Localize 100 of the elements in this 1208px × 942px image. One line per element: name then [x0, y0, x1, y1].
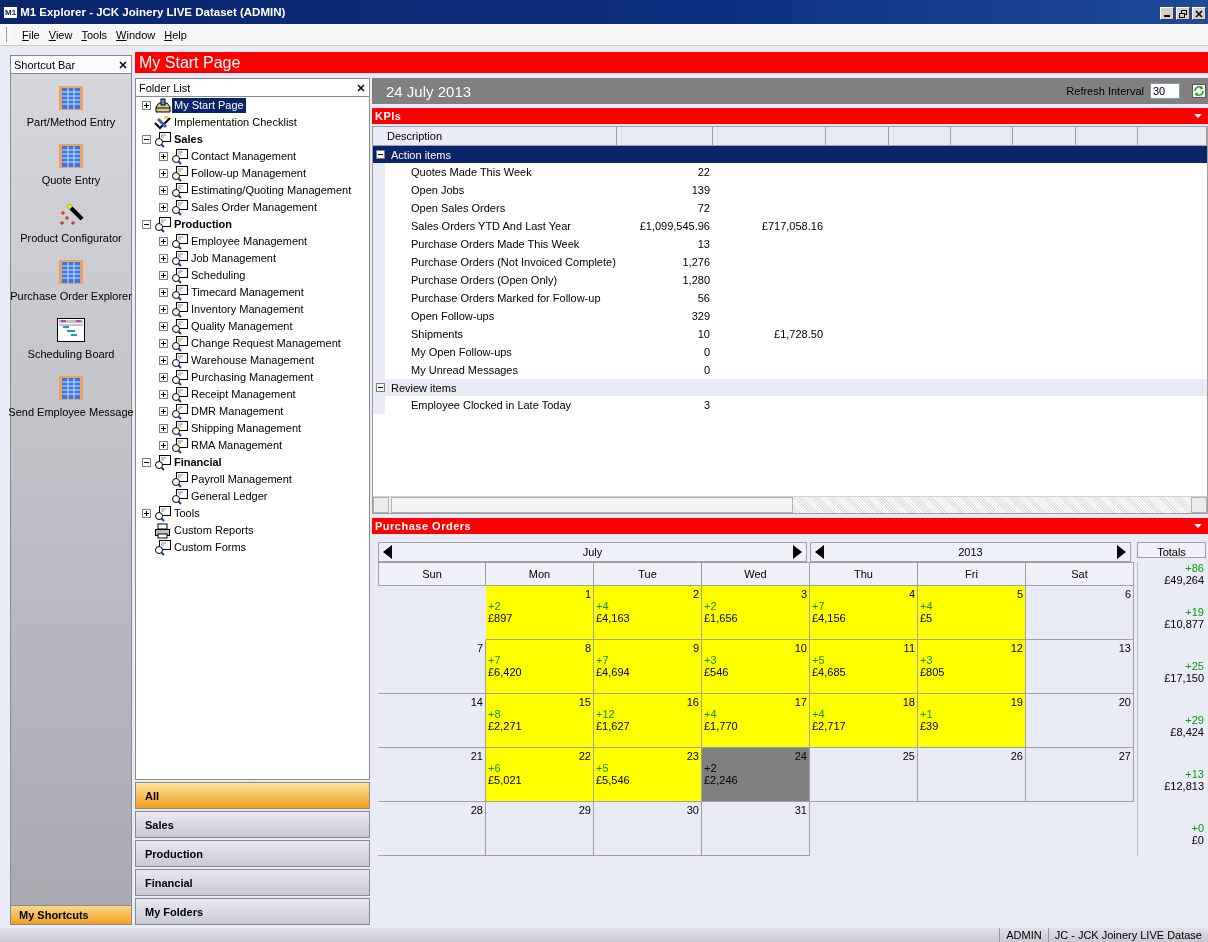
calendar-day[interactable]: 6 [1026, 586, 1134, 640]
tree-item[interactable]: Sales [172, 132, 205, 147]
nav-button[interactable]: My Folders [135, 898, 370, 925]
tree-item[interactable]: Payroll Management [189, 472, 294, 487]
tree-item[interactable]: Implementation Checklist [172, 115, 299, 130]
minimize-button[interactable] [1160, 7, 1174, 20]
calendar-day[interactable]: 11 +5 £4,685 [810, 640, 918, 694]
nav-button[interactable]: Sales [135, 811, 370, 838]
calendar-day[interactable]: 12 +3 £805 [918, 640, 1026, 694]
plus-box-icon[interactable] [159, 441, 168, 450]
menu-item[interactable]: View [44, 28, 77, 41]
plus-box-icon[interactable] [159, 203, 168, 212]
tree-item[interactable]: My Start Page [172, 98, 246, 113]
tree-item[interactable]: Follow-up Management [189, 166, 308, 181]
calendar-day[interactable]: 18 +4 £2,717 [810, 694, 918, 748]
calendar-day[interactable]: 24 +2 £2,246 [702, 748, 810, 802]
minus-box-icon[interactable] [376, 150, 385, 159]
tree-item[interactable]: Contact Management [189, 149, 299, 164]
calendar-day[interactable]: 9 +7 £4,694 [594, 640, 702, 694]
refresh-interval-field[interactable]: 30 [1150, 83, 1180, 99]
restore-button[interactable] [1176, 7, 1190, 20]
calendar-day[interactable]: 3 +2 £1,656 [702, 586, 810, 640]
calendar-day[interactable]: 22 +6 £5,021 [486, 748, 594, 802]
plus-box-icon[interactable] [159, 322, 168, 331]
plus-box-icon[interactable] [159, 169, 168, 178]
nav-button[interactable]: Financial [135, 869, 370, 896]
menu-item[interactable]: Help [160, 28, 191, 41]
horizontal-scrollbar[interactable] [373, 496, 1207, 513]
close-button[interactable] [357, 83, 365, 92]
shortcut-item[interactable]: Part/Method Entry [11, 85, 131, 143]
previous-button[interactable] [815, 545, 824, 559]
shortcut-item[interactable]: Product Configurator [11, 201, 131, 259]
nav-button[interactable]: All [135, 782, 370, 809]
calendar-day[interactable]: 13 [1026, 640, 1134, 694]
close-button[interactable] [119, 60, 127, 69]
plus-box-icon[interactable] [159, 390, 168, 399]
menu-item[interactable]: Window [112, 28, 160, 41]
minus-box-icon[interactable] [376, 383, 385, 392]
tree-item[interactable]: Shipping Management [189, 421, 304, 436]
plus-box-icon[interactable] [159, 424, 168, 433]
calendar-day[interactable]: 21 [378, 748, 486, 802]
calendar-day[interactable]: 8 +7 £6,420 [486, 640, 594, 694]
calendar-day[interactable]: 7 [378, 640, 486, 694]
calendar-day[interactable]: 27 [1026, 748, 1134, 802]
next-button[interactable] [793, 545, 802, 559]
minus-box-icon[interactable] [142, 458, 151, 467]
calendar-day[interactable]: 20 [1026, 694, 1134, 748]
collapse-button[interactable] [1194, 523, 1202, 529]
tree-item[interactable]: Custom Reports [172, 523, 256, 538]
plus-box-icon[interactable] [159, 373, 168, 382]
group-row[interactable]: Review items [373, 379, 1207, 396]
tree-item[interactable]: Estimating/Quoting Management [189, 183, 354, 198]
refresh-button[interactable] [1192, 84, 1206, 98]
nav-button[interactable]: Production [135, 840, 370, 867]
tree-item[interactable]: Employee Management [189, 234, 310, 249]
plus-box-icon[interactable] [159, 356, 168, 365]
calendar-day[interactable]: 25 [810, 748, 918, 802]
column-header[interactable]: Totals [1137, 542, 1206, 558]
tree-item[interactable]: Financial [172, 455, 224, 470]
plus-box-icon[interactable] [159, 271, 168, 280]
plus-box-icon[interactable] [159, 152, 168, 161]
calendar-day[interactable]: 1 +2 £897 [486, 586, 594, 640]
shortcut-item[interactable]: Scheduling Board [11, 317, 131, 375]
tree-item[interactable]: Change Request Management [189, 336, 343, 351]
calendar-day[interactable]: 29 [486, 802, 594, 856]
tree-item[interactable]: Timecard Management [189, 285, 306, 300]
plus-box-icon[interactable] [159, 339, 168, 348]
menu-item[interactable]: File [18, 28, 44, 41]
tree-item[interactable]: Inventory Management [189, 302, 306, 317]
tree-item[interactable]: Job Management [189, 251, 278, 266]
calendar-day[interactable]: 14 [378, 694, 486, 748]
tree-item[interactable]: Purchasing Management [189, 370, 316, 385]
plus-box-icon[interactable] [159, 186, 168, 195]
plus-box-icon[interactable] [159, 407, 168, 416]
calendar-day[interactable]: 15 +8 £2,271 [486, 694, 594, 748]
plus-box-icon[interactable] [142, 101, 151, 110]
tree-item[interactable]: Receipt Management [189, 387, 298, 402]
plus-box-icon[interactable] [159, 237, 168, 246]
tree-item[interactable]: Custom Forms [172, 540, 249, 555]
calendar-day[interactable]: 2 +4 £4,163 [594, 586, 702, 640]
tree-item[interactable]: Warehouse Management [189, 353, 317, 368]
shortcut-item[interactable]: Purchase Order Explorer [11, 259, 131, 317]
calendar-day[interactable]: 5 +4 £5 [918, 586, 1026, 640]
group-row[interactable]: Action items [373, 146, 1207, 163]
plus-box-icon[interactable] [142, 509, 151, 518]
calendar-day[interactable]: 10 +3 £546 [702, 640, 810, 694]
calendar-day[interactable]: 19 +1 £39 [918, 694, 1026, 748]
calendar-day[interactable]: 17 +4 £1,770 [702, 694, 810, 748]
calendar-day[interactable]: 30 [594, 802, 702, 856]
plus-box-icon[interactable] [159, 254, 168, 263]
plus-box-icon[interactable] [159, 305, 168, 314]
calendar-day[interactable]: 16 +12 £1,627 [594, 694, 702, 748]
plus-box-icon[interactable] [159, 288, 168, 297]
calendar-day[interactable]: 28 [378, 802, 486, 856]
previous-button[interactable] [383, 545, 392, 559]
tree-item[interactable]: Production [172, 217, 235, 232]
minus-box-icon[interactable] [142, 135, 151, 144]
calendar-day[interactable]: 31 [702, 802, 810, 856]
tree-item[interactable]: Tools [172, 506, 202, 521]
minus-box-icon[interactable] [142, 220, 151, 229]
